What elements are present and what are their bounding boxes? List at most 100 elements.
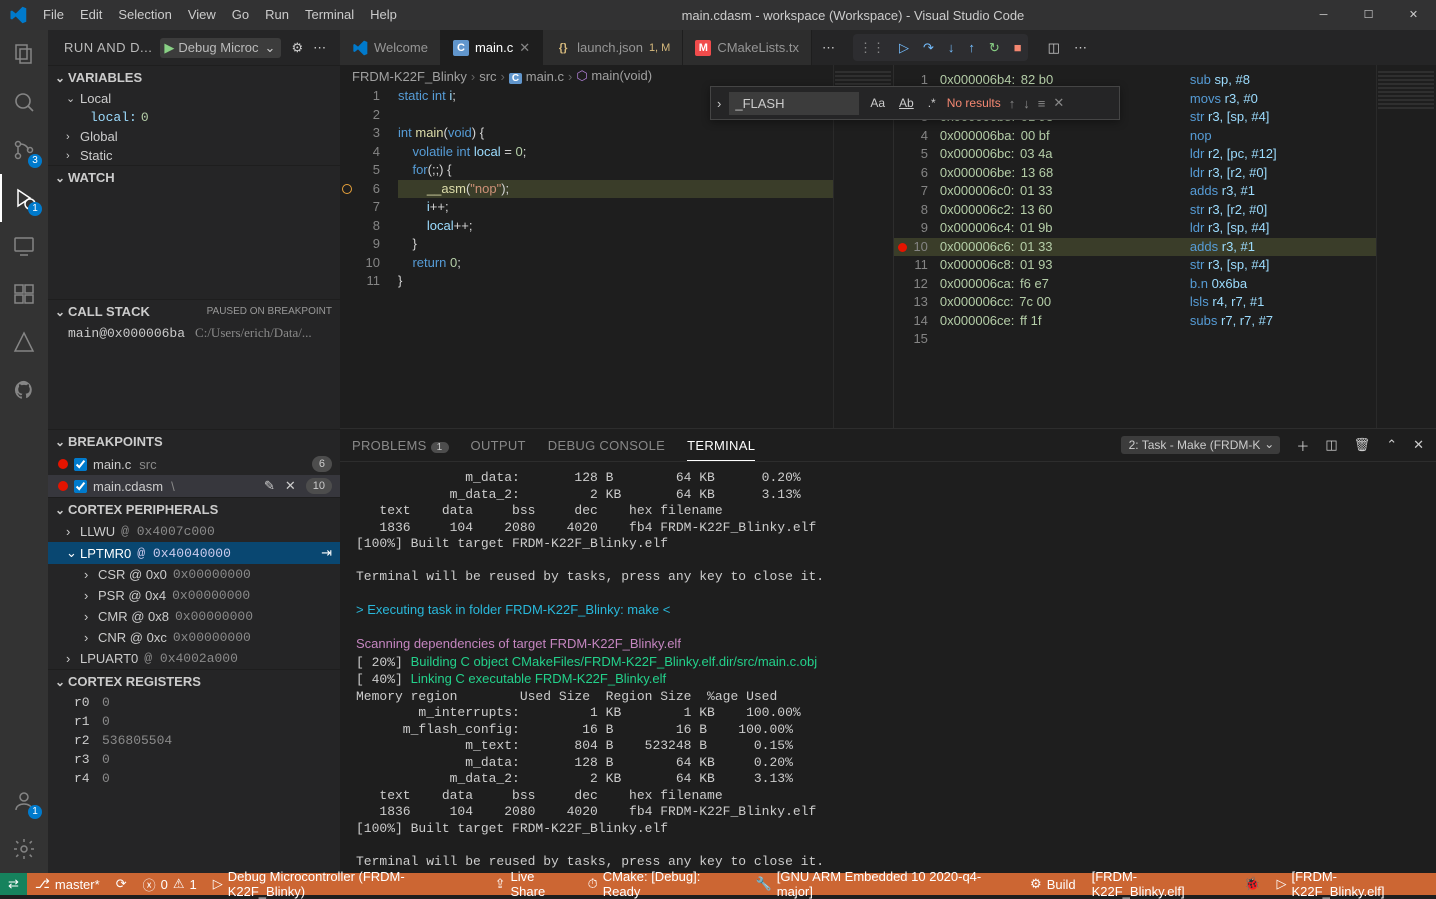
status-run-target[interactable]: ▷ [FRDM-K22F_Blinky.elf] (1269, 873, 1436, 895)
status-cmake[interactable]: ⏱ CMake: [Debug]: Ready (580, 873, 748, 895)
extensions-icon[interactable] (0, 270, 48, 318)
variable-local[interactable]: local:0 (48, 108, 340, 127)
tab-problems[interactable]: PROBLEMS1 (352, 438, 449, 453)
breadcrumb-item[interactable]: src (479, 69, 496, 84)
breakpoint-row[interactable]: main.csrc6 (48, 453, 340, 475)
register-row[interactable]: r2536805504 (48, 731, 340, 750)
find-selection-icon[interactable]: ≡ (1038, 96, 1046, 111)
pin-icon[interactable]: ⇥ (321, 545, 332, 561)
panel-maximize-icon[interactable]: ⌃ (1386, 437, 1397, 453)
split-terminal-icon[interactable]: ◫ (1325, 437, 1337, 453)
terminal-content[interactable]: m_data: 128 B 64 KB 0.20% m_data_2: 2 KB… (340, 462, 1436, 873)
status-sync[interactable]: ⟳ (108, 873, 135, 895)
status-branch[interactable]: ⎇ master* (27, 873, 108, 895)
remote-explorer-icon[interactable] (0, 222, 48, 270)
tab-welcome[interactable]: Welcome (340, 30, 441, 65)
regex-icon[interactable]: .* (925, 94, 939, 112)
menu-selection[interactable]: Selection (110, 0, 179, 30)
status-debug-config[interactable]: ▷ Debug Microcontroller (FRDM-K22F_Blink… (205, 873, 487, 895)
find-next-icon[interactable]: ↓ (1023, 96, 1030, 111)
step-out-icon[interactable]: ↑ (968, 40, 975, 55)
tab-overflow-icon[interactable]: ⋯ (812, 40, 845, 56)
peripheral-row[interactable]: ⌄LPTMR0@ 0x40040000⇥ (48, 542, 340, 564)
continue-icon[interactable]: ▷ (899, 40, 909, 56)
whole-word-icon[interactable]: Ab (896, 94, 917, 112)
register-row[interactable]: r00 (48, 693, 340, 712)
status-live-share[interactable]: ⇪ Live Share (487, 873, 580, 895)
breakpoint-checkbox[interactable] (74, 458, 87, 471)
cortex-registers-header[interactable]: ⌄CORTEX REGISTERS (48, 670, 340, 693)
remove-icon[interactable]: ✕ (285, 478, 296, 494)
step-into-icon[interactable]: ↓ (948, 40, 955, 55)
github-icon[interactable] (0, 366, 48, 414)
tab-debug-console[interactable]: DEBUG CONSOLE (548, 438, 665, 453)
minimize-button[interactable]: ─ (1301, 0, 1346, 30)
status-build[interactable]: ⚙ Build (1022, 873, 1084, 895)
terminal-selector[interactable]: 2: Task - Make (FRDM-K (1121, 436, 1281, 454)
menu-go[interactable]: Go (224, 0, 257, 30)
breakpoints-section-header[interactable]: ⌄BREAKPOINTS (48, 430, 340, 453)
find-widget[interactable]: › Aa Ab .* No results ↑ ↓ ≡ ✕ (710, 86, 1120, 120)
scope-local[interactable]: ⌄Local (48, 89, 340, 108)
breadcrumb-item[interactable]: C main.c (509, 69, 564, 84)
account-icon[interactable]: 1 (0, 777, 48, 825)
maximize-button[interactable]: ☐ (1346, 0, 1391, 30)
breakpoint-row[interactable]: main.cdasm\✎✕10 (48, 475, 340, 497)
callstack-section-header[interactable]: ⌄CALL STACKPAUSED ON BREAKPOINT (48, 300, 340, 323)
variables-section-header[interactable]: ⌄VARIABLES (48, 66, 340, 89)
menu-help[interactable]: Help (362, 0, 405, 30)
find-prev-icon[interactable]: ↑ (1009, 96, 1016, 111)
register-row[interactable]: r10 (48, 712, 340, 731)
status-problems[interactable]: ⓧ 0 ⚠ 1 (135, 873, 205, 895)
explorer-icon[interactable] (0, 30, 48, 78)
remote-indicator[interactable]: ⇄ (0, 873, 27, 895)
watch-section-header[interactable]: ⌄WATCH (48, 166, 340, 189)
tab-main-c[interactable]: Cmain.c✕ (441, 30, 543, 65)
tab-close-icon[interactable]: ✕ (519, 40, 530, 56)
stack-frame[interactable]: main@0x000006ba C:/Users/erich/Data/... (48, 323, 340, 343)
edit-icon[interactable]: ✎ (264, 478, 275, 494)
tab-output[interactable]: OUTPUT (471, 438, 526, 453)
breadcrumb-item[interactable]: FRDM-K22F_Blinky (352, 69, 467, 84)
kill-terminal-icon[interactable]: 🗑 (1354, 437, 1371, 453)
stop-icon[interactable]: ■ (1014, 40, 1022, 55)
scope-static[interactable]: ›Static (48, 146, 340, 165)
drag-handle-icon[interactable]: ⋮⋮ (859, 40, 885, 56)
debug-config-selector[interactable]: ▶ Debug Microc ⌄ (160, 38, 281, 58)
peripheral-register[interactable]: ›CSR @ 0x00x00000000 (48, 564, 340, 585)
run-debug-icon[interactable]: 1 (0, 174, 48, 222)
window-controls[interactable]: ─ ☐ ✕ (1301, 0, 1436, 30)
peripheral-row[interactable]: ›LLWU@ 0x4007c000 (48, 521, 340, 542)
breakpoint-checkbox[interactable] (74, 480, 87, 493)
settings-gear-icon[interactable] (0, 825, 48, 873)
peripheral-register[interactable]: ›CNR @ 0xc0x00000000 (48, 627, 340, 648)
source-control-icon[interactable]: 3 (0, 126, 48, 174)
more-actions-icon[interactable]: ⋯ (313, 40, 326, 56)
status-target1[interactable]: [FRDM-K22F_Blinky.elf] (1084, 873, 1237, 895)
tab-launch-json[interactable]: {}launch.json1, M (543, 30, 683, 65)
search-icon[interactable] (0, 78, 48, 126)
chevron-down-icon[interactable]: ⌄ (265, 40, 276, 56)
find-close-icon[interactable]: ✕ (1053, 95, 1064, 111)
new-terminal-icon[interactable]: ＋ (1296, 436, 1309, 455)
menu-run[interactable]: Run (257, 0, 297, 30)
breadcrumb-item[interactable]: ⬡ main(void) (576, 68, 652, 84)
find-input[interactable] (729, 92, 859, 115)
menu-bar[interactable]: FileEditSelectionViewGoRunTerminalHelp (35, 0, 405, 30)
register-row[interactable]: r30 (48, 750, 340, 769)
peripheral-register[interactable]: ›CMR @ 0x80x00000000 (48, 606, 340, 627)
breadcrumbs[interactable]: FRDM-K22F_Blinky›src›C main.c›⬡ main(voi… (340, 65, 893, 87)
step-over-icon[interactable]: ↷ (923, 40, 934, 56)
start-debug-icon[interactable]: ▶ (164, 40, 174, 56)
cortex-peripherals-header[interactable]: ⌄CORTEX PERIPHERALS (48, 498, 340, 521)
menu-edit[interactable]: Edit (72, 0, 110, 30)
panel-close-icon[interactable]: ✕ (1413, 437, 1424, 453)
peripheral-register[interactable]: ›PSR @ 0x40x00000000 (48, 585, 340, 606)
configure-gear-icon[interactable]: ⚙ (291, 40, 303, 56)
menu-file[interactable]: File (35, 0, 72, 30)
find-expand-icon[interactable]: › (717, 96, 721, 111)
tab-terminal[interactable]: TERMINAL (687, 438, 755, 461)
status-kit[interactable]: 🔧 [GNU ARM Embedded 10 2020-q4-major] (748, 873, 1022, 895)
register-row[interactable]: r40 (48, 769, 340, 788)
split-editor-icon[interactable]: ◫ (1048, 40, 1060, 56)
